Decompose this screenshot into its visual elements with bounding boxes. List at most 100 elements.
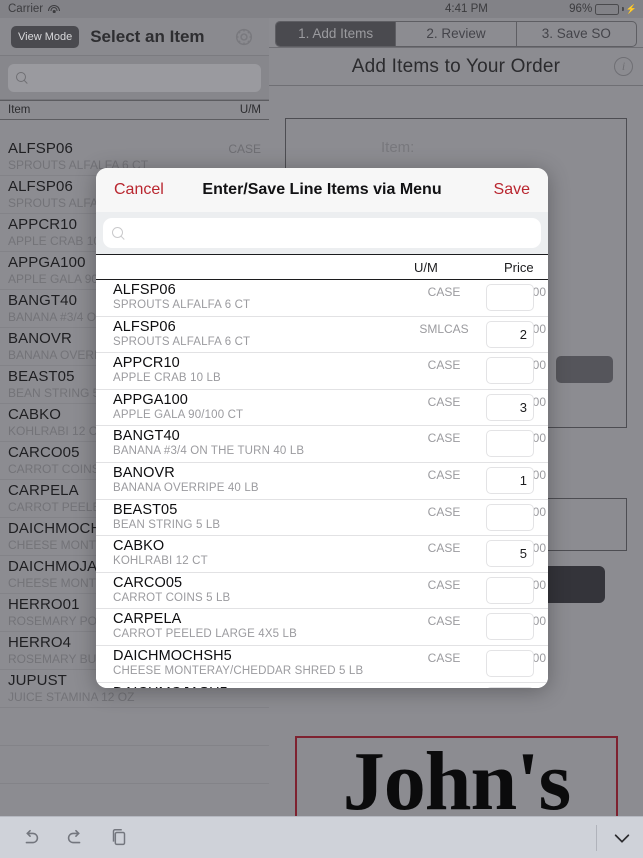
modal-search-bar [96, 212, 548, 254]
qty-order-input[interactable] [486, 686, 534, 688]
item-field-label: Item: [381, 139, 415, 156]
line-items-modal: Cancel Enter/Save Line Items via Menu Sa… [96, 168, 548, 688]
table-row[interactable]: APPGA100APPLE GALA 90/100 CTCASE$10.003 [96, 389, 548, 427]
copy-icon[interactable] [108, 827, 130, 849]
row-item-description: CHEESE MONTERAY/CHEDDAR SHRED 5 LB [113, 664, 364, 677]
modal-item-list[interactable]: ALFSP06SPROUTS ALFALFA 6 CTCASE$10.00ALF… [96, 280, 548, 688]
modal-title: Enter/Save Line Items via Menu [202, 181, 442, 198]
table-row[interactable]: ALFSP06SPROUTS ALFALFA 6 CTCASE$10.00 [96, 280, 548, 317]
battery-icon [595, 3, 620, 15]
qty-order-input[interactable] [486, 649, 534, 677]
table-row[interactable]: ALFSP06SPROUTS ALFALFA 6 CTSMLCAS$10.002 [96, 316, 548, 354]
left-list-header: Item U/M [0, 100, 269, 120]
chevron-down-icon[interactable] [611, 827, 633, 849]
row-um: CASE [427, 650, 461, 665]
list-item-empty [0, 746, 269, 784]
battery-cap-icon [622, 7, 624, 11]
table-row[interactable]: DAICHMOJASH5CASE$10.00 [96, 682, 548, 688]
toolbar-divider [596, 824, 597, 851]
row-qty-wrap: 2 [486, 320, 534, 348]
view-mode-button[interactable]: View Mode [11, 25, 80, 48]
qty-order-input[interactable] [486, 576, 534, 604]
redo-icon[interactable] [64, 827, 86, 849]
battery-percent-label: 96% [569, 3, 593, 15]
segmented-control[interactable]: 1. Add Items 2. Review 3. Save SO [275, 20, 637, 47]
row-item-description: SPROUTS ALFALFA 6 CT [113, 335, 251, 348]
qty-order-input[interactable] [486, 613, 534, 641]
row-item-description: APPLE CRAB 10 LB [113, 372, 221, 385]
tab-1[interactable]: 1. Add Items [276, 21, 397, 46]
row-item-description: BANANA #3/4 ON THE TURN 40 LB [113, 445, 305, 458]
wizard-tabbar: 1. Add Items 2. Review 3. Save SO [269, 18, 643, 48]
qty-order-input[interactable]: 1 [486, 466, 534, 494]
row-um: CASE [427, 467, 461, 482]
undo-icon[interactable] [20, 827, 42, 849]
row-um: CASE [427, 358, 461, 373]
info-icon[interactable]: i [614, 57, 633, 76]
table-row[interactable]: BANOVRBANANA OVERRIPE 40 LBCASE$10.001 [96, 462, 548, 500]
row-item-code: CARCO05 [113, 574, 183, 591]
list-item-um: CASE [228, 142, 261, 156]
row-qty-wrap [486, 430, 534, 458]
cancel-button[interactable]: Cancel [114, 181, 164, 199]
modal-search-input[interactable] [103, 218, 541, 248]
row-qty-wrap [486, 503, 534, 531]
bottom-toolbar-icons [20, 827, 130, 849]
bottom-toolbar-right [596, 824, 633, 851]
gear-icon[interactable] [233, 26, 255, 48]
row-qty-wrap [486, 649, 534, 677]
row-item-description: BEAN STRING 5 LB [113, 518, 221, 531]
table-row[interactable]: DAICHMOCHSH5 CHEESE MONTERAY/CHEDDAR SHRE… [96, 645, 548, 683]
row-item-description: KOHLRABI 12 CT [113, 555, 208, 568]
table-row[interactable]: APPCR10APPLE CRAB 10 LBCASE$10.00 [96, 353, 548, 390]
row-um: CASE [427, 394, 461, 409]
status-bar-right: 96% ⚡ [569, 3, 637, 15]
qty-order-input[interactable] [486, 284, 534, 311]
status-bar: Carrier 4:41 PM 96% ⚡ [0, 0, 643, 18]
save-button[interactable]: Save [494, 181, 530, 199]
qty-order-input[interactable] [486, 503, 534, 531]
row-um: CASE [427, 285, 461, 299]
lightning-bolt-icon: ⚡ [625, 3, 637, 14]
left-search-input[interactable] [8, 63, 261, 92]
app-root: Carrier 4:41 PM 96% ⚡ View Mode Select a… [0, 0, 643, 858]
table-row[interactable]: CARPELACARROT PEELED LARGE 4X5 LBCASE$10… [96, 609, 548, 646]
row-qty-wrap [486, 576, 534, 604]
table-row[interactable]: BANGT40 BANANA #3/4 ON THE TURN 40 LB CASE… [96, 426, 548, 463]
table-row[interactable]: CARCO05CARROT COINS 5 LBCASE$10.00 [96, 572, 548, 610]
row-um: CASE [427, 577, 461, 592]
qty-order-input[interactable] [486, 430, 534, 458]
row-item-code: APPGA100 [113, 391, 188, 408]
qty-order-input[interactable]: 2 [486, 320, 534, 348]
left-search-bar [0, 56, 269, 100]
logo-main-text: John's [342, 736, 571, 828]
row-item-code: BANOVR [113, 464, 175, 481]
row-item-description: BANANA OVERRIPE 40 LB [113, 481, 259, 494]
tab-3[interactable]: 3. Save SO [517, 22, 636, 46]
list-item-code: ALFSP06 [8, 140, 73, 157]
row-qty-wrap: 1 [486, 466, 534, 494]
row-item-code: BEAST05 [113, 501, 178, 518]
search-icon [112, 227, 124, 239]
qty-order-input[interactable] [486, 357, 534, 385]
row-qty-wrap [486, 284, 534, 311]
list-item-description: JUICE STAMINA 12 OZ [8, 690, 135, 704]
row-item-description: APPLE GALA 90/100 CT [113, 408, 244, 421]
tab-2[interactable]: 2. Review [396, 21, 517, 46]
row-um: SMLCAS [419, 321, 469, 336]
row-item-code: DAICHMOCHSH5 [113, 647, 232, 664]
form-action-button[interactable] [556, 356, 613, 383]
row-qty-wrap: 3 [486, 393, 534, 421]
row-item-code: APPCR10 [113, 355, 180, 372]
row-item-code: CARPELA [113, 611, 182, 628]
row-item-code: ALFSP06 [113, 318, 176, 335]
row-qty-wrap [486, 357, 534, 385]
left-pane-title: Select an Item [90, 26, 205, 46]
qty-order-input[interactable]: 3 [486, 393, 534, 421]
search-icon [16, 72, 27, 83]
list-item-empty [0, 708, 269, 746]
table-row[interactable]: BEAST05BEAN STRING 5 LBCASE$10.00 [96, 499, 548, 537]
modal-col-um: U/M [414, 260, 438, 275]
qty-order-input[interactable]: 5 [486, 540, 534, 568]
table-row[interactable]: CABKOKOHLRABI 12 CTCASE$10.005 [96, 536, 548, 573]
